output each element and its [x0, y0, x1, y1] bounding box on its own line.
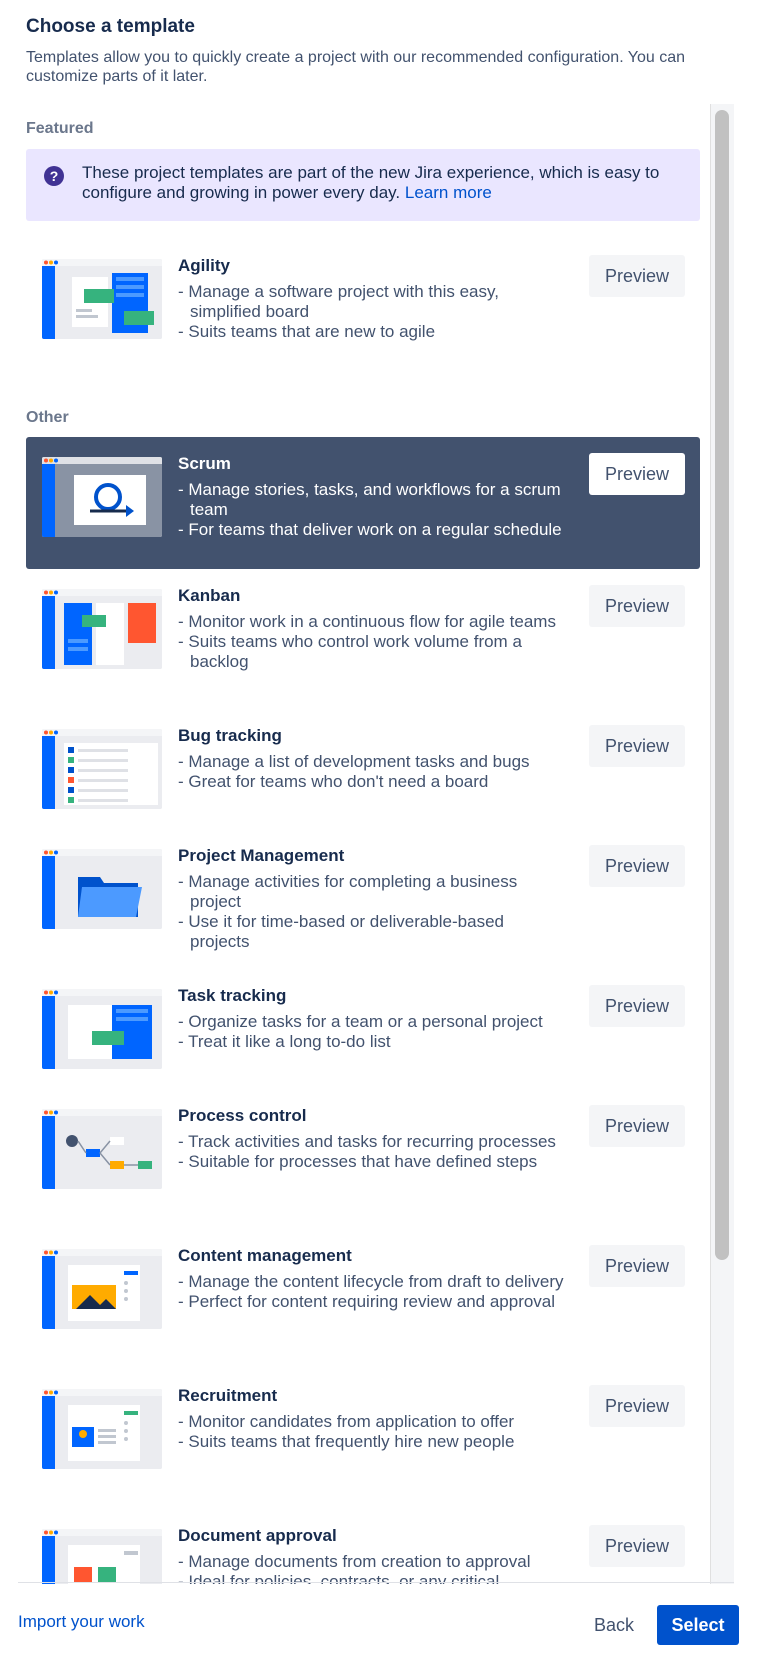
- import-your-work-link[interactable]: Import your work: [18, 1612, 145, 1632]
- template-bullets: Track activities and tasks for recurring…: [178, 1132, 568, 1172]
- template-recruitment[interactable]: Recruitment Monitor candidates from appl…: [26, 1369, 700, 1509]
- task-tracking-thumbnail-icon: [42, 989, 162, 1069]
- template-bullets: Manage stories, tasks, and workflows for…: [178, 480, 568, 540]
- template-bug-tracking[interactable]: Bug tracking Manage a list of developmen…: [26, 709, 700, 829]
- template-bullet: Treat it like a long to-do list: [178, 1032, 568, 1052]
- template-list-content: Featured ? These project templates are p…: [26, 104, 700, 1584]
- preview-button-agility[interactable]: Preview: [589, 255, 685, 297]
- preview-button-document-approval[interactable]: Preview: [589, 1525, 685, 1567]
- project-management-thumbnail-icon: [42, 849, 162, 929]
- content-management-thumbnail-icon: [42, 1249, 162, 1329]
- template-bullet: Suits teams who control work volume from…: [178, 632, 568, 672]
- template-bullets: Organize tasks for a team or a personal …: [178, 1012, 568, 1052]
- scrollbar-thumb[interactable]: [715, 110, 729, 1260]
- template-bullet: Monitor candidates from application to o…: [178, 1412, 568, 1432]
- template-name: Kanban: [178, 586, 241, 605]
- template-bullet: Suits teams that frequently hire new peo…: [178, 1432, 568, 1452]
- template-content-management[interactable]: Content management Manage the content li…: [26, 1229, 700, 1369]
- section-title-featured: Featured: [26, 120, 94, 137]
- template-bullet: Perfect for content requiring review and…: [178, 1292, 568, 1312]
- template-bullet: For teams that deliver work on a regular…: [178, 520, 568, 540]
- template-name: Process control: [178, 1106, 307, 1125]
- recruitment-thumbnail-icon: [42, 1389, 162, 1469]
- template-bullets: Manage a software project with this easy…: [178, 282, 568, 342]
- template-bullet: Track activities and tasks for recurring…: [178, 1132, 568, 1152]
- template-info: Project Management Manage activities for…: [178, 845, 568, 952]
- template-bullet: Manage activities for completing a busin…: [178, 872, 568, 912]
- template-bullet: Monitor work in a continuous flow for ag…: [178, 612, 568, 632]
- process-control-thumbnail-icon: [42, 1109, 162, 1189]
- template-info: Agility Manage a software project with t…: [178, 255, 568, 342]
- template-info: Scrum Manage stories, tasks, and workflo…: [178, 453, 568, 540]
- template-bullet: Use it for time-based or deliverable-bas…: [178, 912, 568, 952]
- template-project-management[interactable]: Project Management Manage activities for…: [26, 829, 700, 969]
- template-bullets: Manage documents from creation to approv…: [178, 1552, 568, 1584]
- preview-button-content-management[interactable]: Preview: [589, 1245, 685, 1287]
- template-name: Scrum: [178, 454, 231, 473]
- template-process-control[interactable]: Process control Track activities and tas…: [26, 1089, 700, 1229]
- template-name: Project Management: [178, 846, 345, 865]
- footer-divider: [18, 1582, 734, 1583]
- template-scrum[interactable]: Scrum Manage stories, tasks, and workflo…: [26, 437, 700, 569]
- template-bullet: Manage the content lifecycle from draft …: [178, 1272, 568, 1292]
- template-name: Task tracking: [178, 986, 287, 1005]
- template-document-approval[interactable]: Document approval Manage documents from …: [26, 1509, 700, 1584]
- template-bullets: Manage the content lifecycle from draft …: [178, 1272, 568, 1312]
- template-name: Document approval: [178, 1526, 337, 1545]
- template-bullets: Monitor work in a continuous flow for ag…: [178, 612, 568, 672]
- preview-button-process-control[interactable]: Preview: [589, 1105, 685, 1147]
- template-bullet: Organize tasks for a team or a personal …: [178, 1012, 568, 1032]
- template-bullet: Manage stories, tasks, and workflows for…: [178, 480, 568, 520]
- dialog-header: Choose a template Templates allow you to…: [26, 14, 726, 86]
- template-name: Agility: [178, 256, 230, 275]
- preview-button-kanban[interactable]: Preview: [589, 585, 685, 627]
- question-icon: ?: [44, 166, 64, 186]
- template-agility[interactable]: Agility Manage a software project with t…: [26, 239, 700, 387]
- template-info: Kanban Monitor work in a continuous flow…: [178, 585, 568, 672]
- back-button[interactable]: Back: [582, 1605, 646, 1645]
- template-task-tracking[interactable]: Task tracking Organize tasks for a team …: [26, 969, 700, 1089]
- bug-tracking-thumbnail-icon: [42, 729, 162, 809]
- template-bullet: Suitable for processes that have defined…: [178, 1152, 568, 1172]
- template-bullets: Monitor candidates from application to o…: [178, 1412, 568, 1452]
- dialog-description: Templates allow you to quickly create a …: [26, 49, 686, 85]
- template-bullet: Manage a list of development tasks and b…: [178, 752, 568, 772]
- info-message: These project templates are part of the …: [82, 163, 660, 202]
- agility-thumbnail-icon: [42, 259, 162, 339]
- template-bullet: Great for teams who don't need a board: [178, 772, 568, 792]
- scrum-thumbnail-icon: [42, 457, 162, 537]
- scrollbar[interactable]: [710, 104, 734, 1584]
- template-name: Bug tracking: [178, 726, 282, 745]
- template-name: Recruitment: [178, 1386, 278, 1405]
- select-button[interactable]: Select: [657, 1605, 739, 1645]
- template-info: Bug tracking Manage a list of developmen…: [178, 725, 568, 792]
- template-info: Recruitment Monitor candidates from appl…: [178, 1385, 568, 1452]
- learn-more-link[interactable]: Learn more: [405, 183, 492, 202]
- template-bullet: Manage documents from creation to approv…: [178, 1552, 568, 1572]
- template-list[interactable]: Featured ? These project templates are p…: [0, 104, 738, 1584]
- preview-button-bug-tracking[interactable]: Preview: [589, 725, 685, 767]
- section-title-other: Other: [26, 409, 69, 426]
- template-info: Task tracking Organize tasks for a team …: [178, 985, 568, 1052]
- info-text: These project templates are part of the …: [82, 163, 680, 203]
- preview-button-scrum[interactable]: Preview: [589, 453, 685, 495]
- kanban-thumbnail-icon: [42, 589, 162, 669]
- template-info: Process control Track activities and tas…: [178, 1105, 568, 1172]
- info-panel: ? These project templates are part of th…: [26, 149, 700, 221]
- template-info: Content management Manage the content li…: [178, 1245, 568, 1312]
- template-info: Document approval Manage documents from …: [178, 1525, 568, 1584]
- preview-button-project-management[interactable]: Preview: [589, 845, 685, 887]
- document-approval-thumbnail-icon: [42, 1529, 162, 1584]
- template-kanban[interactable]: Kanban Monitor work in a continuous flow…: [26, 569, 700, 709]
- preview-button-recruitment[interactable]: Preview: [589, 1385, 685, 1427]
- dialog-title: Choose a template: [26, 16, 195, 37]
- template-name: Content management: [178, 1246, 352, 1265]
- preview-button-task-tracking[interactable]: Preview: [589, 985, 685, 1027]
- template-bullets: Manage activities for completing a busin…: [178, 872, 568, 952]
- template-bullet: Manage a software project with this easy…: [178, 282, 568, 322]
- template-bullet: Suits teams that are new to agile: [178, 322, 568, 342]
- template-bullets: Manage a list of development tasks and b…: [178, 752, 568, 792]
